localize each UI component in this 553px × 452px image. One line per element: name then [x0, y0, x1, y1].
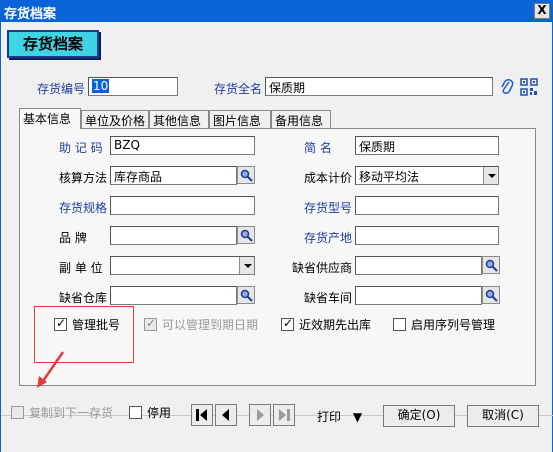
checkbox-box[interactable]	[281, 316, 294, 331]
brand-lookup-button[interactable]	[237, 226, 255, 244]
last-icon	[279, 409, 290, 421]
checkbox-box[interactable]	[11, 406, 24, 419]
tab-basic-info[interactable]: 基本信息	[19, 108, 81, 129]
prev-icon	[222, 409, 229, 421]
origin-field[interactable]	[355, 226, 499, 245]
window-titlebar: 存货档案 X	[0, 0, 553, 22]
mnemonic-field[interactable]: BZQ	[110, 136, 255, 155]
accounting-label: 核算方法	[59, 171, 108, 185]
print-button[interactable]: 打印 ▼	[317, 408, 362, 425]
mnemonic-label: 助 记 码	[59, 141, 103, 155]
spec-label: 存货规格	[59, 201, 108, 215]
tab-unit-price[interactable]: 单位及价格	[81, 110, 149, 128]
magnifier-icon	[485, 289, 498, 302]
tab-image-info[interactable]: 图片信息	[209, 110, 271, 128]
next-record-button[interactable]	[249, 404, 271, 426]
expiry-checkbox[interactable]: 可以管理到期日期	[144, 316, 258, 333]
model-label: 存货型号	[304, 201, 353, 215]
supplier-label: 缺省供应商	[292, 261, 353, 275]
tab-backup-info[interactable]: 备用信息	[271, 110, 331, 128]
dialog-body: 存货档案 存货编号 10 存货全名 保质期 基本信息 单位及价格 其他信息 图片…	[0, 22, 553, 452]
workshop-lookup-button[interactable]	[482, 286, 500, 304]
annotation-arrow-icon	[37, 351, 65, 388]
subunit-label: 副 单 位	[59, 261, 103, 275]
spec-field[interactable]	[110, 196, 255, 215]
cancel-button[interactable]: 取消(C)	[467, 405, 539, 427]
warehouse-label: 缺省仓库	[59, 291, 108, 305]
name-field[interactable]: 保质期	[265, 77, 493, 96]
copy-next-checkbox[interactable]: 复制到下一存货	[11, 404, 113, 421]
next-icon	[257, 409, 264, 421]
serial-checkbox[interactable]: 启用序列号管理	[393, 316, 495, 333]
costing-label: 成本计价	[304, 171, 353, 185]
first-icon	[196, 409, 207, 421]
close-button[interactable]: X	[534, 3, 550, 19]
chevron-down-icon[interactable]	[239, 257, 254, 274]
tab-other-info[interactable]: 其他信息	[149, 110, 209, 128]
model-field[interactable]	[355, 196, 499, 215]
workshop-field[interactable]	[355, 286, 482, 305]
disable-checkbox[interactable]: 停用	[129, 404, 171, 421]
prev-record-button[interactable]	[215, 404, 237, 426]
accounting-lookup-button[interactable]	[237, 166, 255, 184]
accounting-field[interactable]: 库存商品	[110, 166, 237, 185]
first-record-button[interactable]	[191, 404, 213, 426]
brand-field[interactable]	[110, 226, 237, 245]
magnifier-icon	[240, 229, 253, 242]
magnifier-icon	[240, 289, 253, 302]
brand-label: 品 牌	[59, 231, 87, 245]
last-record-button[interactable]	[273, 404, 295, 426]
attachment-icon[interactable]	[500, 78, 514, 99]
checkbox-box[interactable]	[144, 316, 157, 331]
code-label: 存货编号	[37, 82, 86, 96]
origin-label: 存货产地	[304, 231, 353, 245]
checkbox-box[interactable]	[393, 318, 406, 331]
supplier-field[interactable]	[355, 256, 482, 275]
ok-button[interactable]: 确定(O)	[383, 405, 455, 427]
checkbox-box[interactable]	[129, 406, 142, 419]
short-name-field[interactable]: 保质期	[355, 136, 499, 155]
banner-title: 存货档案	[7, 30, 99, 58]
subunit-select[interactable]	[110, 256, 255, 275]
fifo-checkbox[interactable]: 近效期先出库	[281, 316, 371, 333]
short-name-label: 简 名	[304, 141, 332, 155]
magnifier-icon	[240, 169, 253, 182]
code-field[interactable]: 10	[88, 77, 178, 96]
batch-checkbox[interactable]: 管理批号	[54, 316, 120, 333]
costing-select[interactable]: 移动平均法	[355, 166, 499, 185]
magnifier-icon	[485, 259, 498, 272]
workshop-label: 缺省车间	[304, 291, 353, 305]
warehouse-lookup-button[interactable]	[237, 286, 255, 304]
warehouse-field[interactable]	[110, 286, 237, 305]
chevron-down-icon[interactable]	[483, 167, 498, 184]
caret-down-icon: ▼	[352, 410, 363, 424]
supplier-lookup-button[interactable]	[482, 256, 500, 274]
window-title: 存货档案	[4, 7, 57, 22]
checkbox-box[interactable]	[54, 316, 67, 331]
qrcode-icon[interactable]	[520, 78, 538, 99]
name-label: 存货全名	[214, 82, 263, 96]
